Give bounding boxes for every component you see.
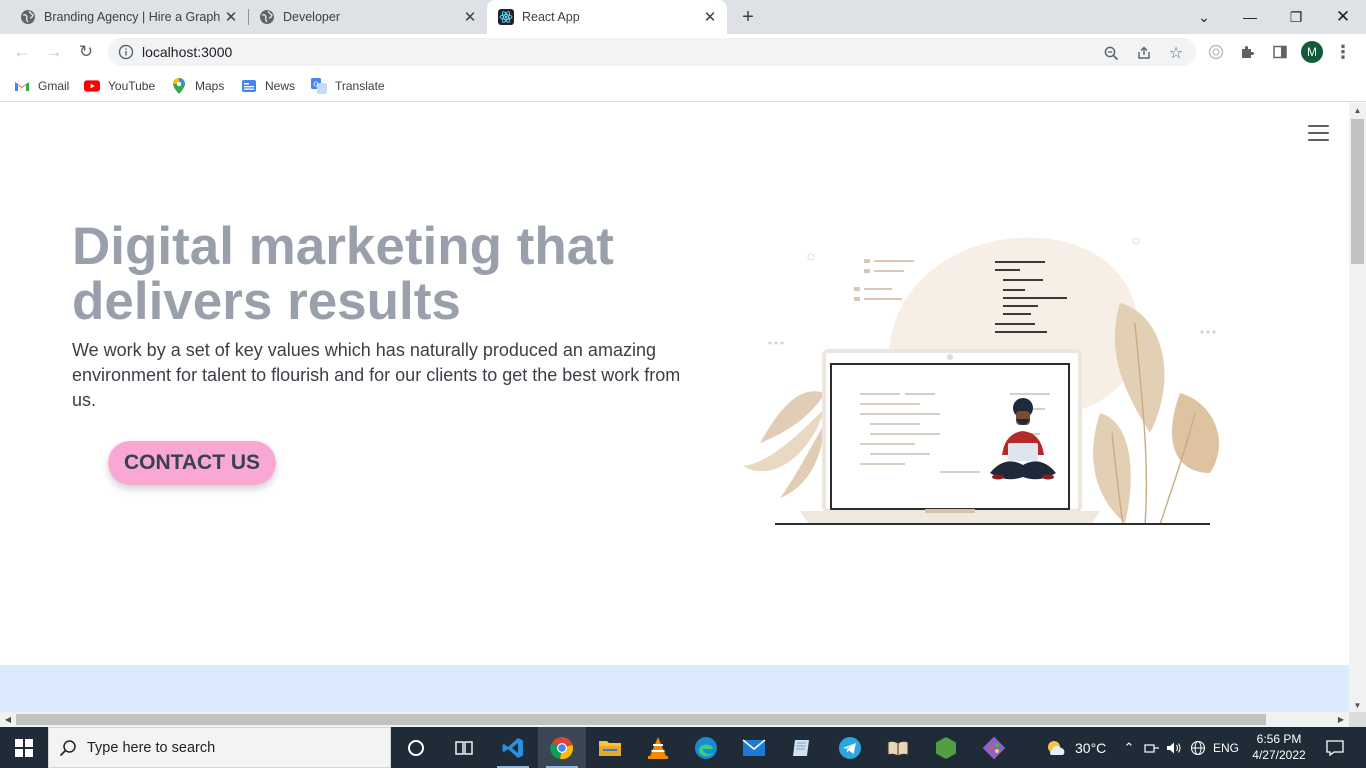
zoom-icon[interactable] [1102, 44, 1120, 62]
bookmark-label: Maps [195, 79, 225, 93]
restore-button[interactable]: ❐ [1273, 0, 1319, 34]
contact-us-button[interactable]: CONTACT US [108, 441, 276, 485]
weather-sun-icon [1048, 740, 1065, 755]
clock-date: 4/27/2022 [1252, 748, 1306, 762]
horizontal-scroll-thumb[interactable] [16, 714, 1266, 725]
vscode-icon[interactable] [489, 727, 537, 768]
tab-developer[interactable]: Developer ✕ [239, 0, 487, 34]
url-text: localhost:3000 [142, 44, 233, 60]
language-globe-icon[interactable] [1190, 740, 1206, 756]
bookmark-label: Translate [335, 79, 385, 93]
vlc-icon[interactable] [634, 727, 682, 768]
scroll-left-arrow-icon[interactable]: ◀ [0, 712, 16, 727]
react-icon [498, 9, 514, 25]
close-tab-icon[interactable]: ✕ [459, 6, 481, 28]
git-icon[interactable] [970, 727, 1018, 768]
tab-title: Developer [283, 10, 340, 24]
weather-widget[interactable]: 30°C [1045, 727, 1106, 768]
browser-tab-strip: Branding Agency | Hire a Graphic ✕ Devel… [0, 0, 1366, 34]
maps-icon [171, 78, 187, 94]
bookmarks-bar: Gmail YouTube Maps News G Translate [0, 70, 1366, 102]
back-button[interactable]: ← [8, 38, 36, 66]
bookmark-news[interactable]: News [241, 77, 295, 95]
tab-title: React App [522, 10, 580, 24]
tab-title: Branding Agency | Hire a Graphic [44, 10, 220, 24]
browser-toolbar: ← → ↻ localhost:3000 ☆ ⋮ [0, 34, 1366, 70]
vertical-scrollbar[interactable]: ▲ ▼ [1349, 103, 1366, 712]
edge-icon[interactable] [682, 727, 730, 768]
reload-button[interactable]: ↻ [72, 38, 100, 66]
scroll-down-arrow-icon[interactable]: ▼ [1349, 698, 1366, 712]
windows-start-button[interactable] [0, 727, 48, 768]
bookmark-label: YouTube [108, 79, 156, 93]
bookmark-label: Gmail [38, 79, 70, 93]
extension-circle-icon[interactable] [1206, 42, 1226, 62]
scrollbar-corner [1349, 712, 1366, 727]
side-panel-icon[interactable] [1270, 42, 1290, 62]
chrome-icon[interactable] [538, 727, 586, 768]
new-tab-button[interactable]: + [736, 5, 760, 29]
extensions-puzzle-icon[interactable] [1238, 42, 1258, 62]
language-indicator[interactable]: ENG [1213, 741, 1239, 755]
bookmark-youtube[interactable]: YouTube [84, 77, 155, 95]
bookmark-translate[interactable]: G Translate [311, 77, 385, 95]
nodejs-icon[interactable] [922, 727, 970, 768]
chevron-up-icon[interactable]: ⌃ [1122, 740, 1136, 756]
vertical-scroll-thumb[interactable] [1351, 119, 1364, 264]
tab-search-chevron-icon[interactable]: ⌄ [1181, 0, 1227, 34]
taskbar-search-box[interactable]: Type here to search [48, 727, 391, 768]
telegram-icon[interactable] [826, 727, 874, 768]
reader-icon[interactable] [874, 727, 922, 768]
gmail-icon [14, 78, 30, 94]
tab-branding-agency[interactable]: Branding Agency | Hire a Graphic ✕ [0, 0, 248, 34]
hamburger-menu-icon[interactable] [1308, 125, 1329, 142]
hero-illustration [743, 237, 1219, 526]
share-icon[interactable] [1135, 44, 1153, 62]
youtube-icon [84, 78, 100, 94]
clock-time: 6:56 PM [1256, 732, 1302, 746]
globe-icon [259, 9, 275, 25]
horizontal-scrollbar[interactable]: ◀ ▶ [0, 712, 1349, 727]
mail-icon[interactable] [730, 727, 778, 768]
system-clock[interactable]: 6:56 PM 4/27/2022 [1248, 731, 1310, 763]
network-icon[interactable] [1144, 742, 1160, 754]
notepad-icon[interactable] [778, 727, 826, 768]
close-window-button[interactable]: ✕ [1320, 0, 1366, 34]
search-icon [49, 739, 87, 757]
tab-react-app[interactable]: React App ✕ [487, 0, 727, 34]
weather-temperature: 30°C [1075, 739, 1107, 756]
globe-icon [20, 9, 36, 25]
forward-button[interactable]: → [40, 38, 68, 66]
page-viewport: Digital marketing that delivers results … [0, 103, 1349, 712]
hero-subtitle: We work by a set of key values which has… [72, 340, 681, 410]
file-explorer-icon[interactable] [586, 727, 634, 768]
bookmark-label: News [265, 79, 296, 93]
scroll-right-arrow-icon[interactable]: ▶ [1333, 712, 1349, 727]
close-tab-icon[interactable]: ✕ [699, 6, 721, 28]
site-info-icon[interactable] [118, 44, 134, 60]
task-view-icon[interactable] [440, 727, 488, 768]
cortana-icon[interactable] [392, 727, 440, 768]
hero-title: Digital marketing that delivers results [72, 217, 614, 331]
bookmark-star-icon[interactable]: ☆ [1167, 44, 1185, 62]
translate-icon: G [311, 78, 327, 94]
windows-taskbar: Type here to search 30°C ⌃ ENG 6:56 PM 4… [0, 727, 1366, 768]
bookmark-maps[interactable]: Maps [171, 77, 224, 95]
svg-text:G: G [313, 81, 318, 89]
news-icon [241, 78, 257, 94]
chrome-menu-icon[interactable]: ⋮ [1333, 42, 1353, 62]
next-section-band [0, 665, 1349, 712]
minimize-button[interactable]: — [1227, 0, 1273, 34]
bookmark-gmail[interactable]: Gmail [14, 77, 69, 95]
scroll-up-arrow-icon[interactable]: ▲ [1349, 103, 1366, 117]
tray-icons: ⌃ ENG [1122, 727, 1239, 768]
profile-avatar[interactable]: M [1301, 41, 1323, 63]
windows-logo-icon [15, 738, 33, 757]
address-bar[interactable]: localhost:3000 ☆ [108, 38, 1196, 66]
search-placeholder: Type here to search [87, 739, 216, 756]
volume-icon[interactable] [1166, 741, 1182, 755]
notification-center-icon[interactable] [1320, 727, 1350, 768]
